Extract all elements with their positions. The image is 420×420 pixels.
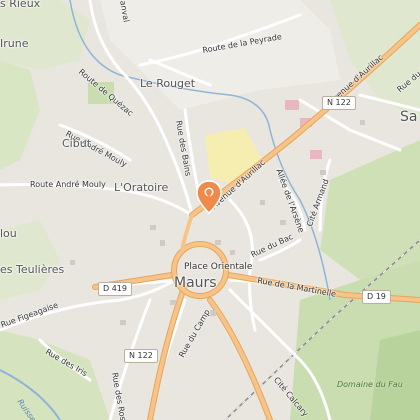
place-label: Irune <box>0 37 29 50</box>
place-label: es Teulières <box>0 263 65 276</box>
road-shield: N 122 <box>124 349 158 363</box>
road-shield: D 419 <box>98 282 132 296</box>
road-shield: N 122 <box>322 96 356 110</box>
map-view[interactable]: Route de la Peyrade Le Rouget Route de Q… <box>0 0 420 420</box>
place-label: Cibut <box>62 137 92 150</box>
road-shield: D 19 <box>362 290 391 304</box>
place-label: L'Oratoire <box>114 181 169 194</box>
place-label: s Rieux <box>0 0 41 10</box>
town-label: Maurs <box>174 275 217 291</box>
nature-label: Domaine du Fau <box>337 380 403 389</box>
place-label: lou <box>0 227 17 240</box>
street-label: Place Orientale <box>184 262 253 272</box>
place-label: Le Rouget <box>140 77 196 90</box>
street-label: Route André Mouly <box>30 180 106 189</box>
town-label: Sa <box>400 109 418 125</box>
location-pin-icon[interactable] <box>196 180 222 214</box>
